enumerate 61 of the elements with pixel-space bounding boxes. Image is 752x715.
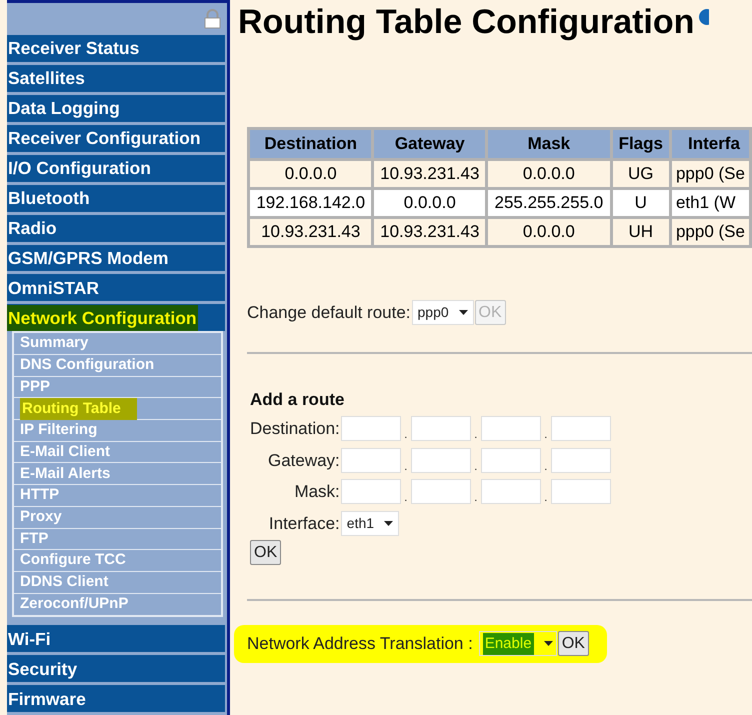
sidebar-item[interactable]: I/O Configuration <box>7 154 225 182</box>
octet-field[interactable] <box>480 416 541 442</box>
table-cell: UH <box>611 218 670 246</box>
sidebar-item[interactable]: Receiver Configuration <box>7 124 225 152</box>
page-title: Routing Table Configuration <box>238 2 694 42</box>
table-cell: 10.93.231.43 <box>372 218 487 246</box>
octet-field[interactable] <box>410 416 471 442</box>
default-route-label: Change default route: <box>247 302 411 324</box>
lock-icon <box>204 9 221 29</box>
caret-icon <box>458 310 468 316</box>
sidebar-item[interactable]: Satellites <box>7 64 225 92</box>
dot-separator: . <box>403 429 408 442</box>
interface-dropdown[interactable]: ppp0 <box>412 300 474 326</box>
octet-field[interactable] <box>480 448 541 473</box>
octet-field[interactable] <box>340 479 401 504</box>
column-header: Flags <box>611 128 670 160</box>
field-label: Destination: <box>250 418 340 440</box>
octet-field[interactable] <box>340 416 401 442</box>
column-header: Mask <box>486 128 612 160</box>
octet-field[interactable] <box>550 416 611 442</box>
caret-icon <box>544 641 553 646</box>
octet-field[interactable] <box>550 448 611 473</box>
table-cell: 10.93.231.43 <box>248 218 373 246</box>
dot-separator: . <box>543 492 548 504</box>
dot-separator: . <box>543 429 548 442</box>
field-label: Interface: <box>268 512 340 534</box>
caret-icon <box>384 520 393 526</box>
field-label: Gateway: <box>266 450 340 472</box>
dot-separator: . <box>403 460 408 473</box>
dot-separator: . <box>403 492 408 504</box>
dot-separator: . <box>543 460 548 473</box>
ok-button[interactable]: OK <box>250 540 282 565</box>
column-header: Gateway <box>372 128 487 160</box>
sidebar-item[interactable]: Receiver Status <box>7 34 225 62</box>
nat-dropdown[interactable]: Enable <box>478 631 557 656</box>
interface-dropdown[interactable]: eth1 <box>340 510 399 536</box>
sidebar-item[interactable]: Data Logging <box>7 94 225 122</box>
sidebar-item[interactable]: Bluetooth <box>7 184 225 212</box>
octet-field[interactable] <box>410 448 471 473</box>
dot-separator: . <box>473 429 478 442</box>
sidebar-item[interactable]: Firmware <box>7 685 225 712</box>
ok-button[interactable]: OK <box>558 631 589 656</box>
column-header: Interfa <box>670 128 750 160</box>
octet-field[interactable] <box>410 479 471 504</box>
dot-separator: . <box>473 460 478 473</box>
table-cell: 0.0.0.0 <box>486 218 612 246</box>
dot-separator: . <box>473 492 478 504</box>
nat-label: Network Address Translation : <box>247 633 473 655</box>
sidebar-item[interactable]: Wi-Fi <box>7 625 225 652</box>
sidebar-item[interactable]: GSM/GPRS Modem <box>7 244 225 272</box>
section-title: Add a route <box>250 388 346 410</box>
table-cell: ppp0 (Se <box>670 218 750 246</box>
sidebar-item[interactable]: Network Configuration <box>7 304 225 332</box>
field-label: Mask: <box>293 481 340 503</box>
octet-field[interactable] <box>340 448 401 473</box>
octet-field[interactable] <box>480 479 541 504</box>
sidebar-item[interactable]: Radio <box>7 214 225 242</box>
octet-field[interactable] <box>550 479 611 504</box>
sidebar-item[interactable]: Security <box>7 655 225 682</box>
column-header: Destination <box>248 128 373 160</box>
sidebar-item[interactable]: OmniSTAR <box>7 274 225 302</box>
